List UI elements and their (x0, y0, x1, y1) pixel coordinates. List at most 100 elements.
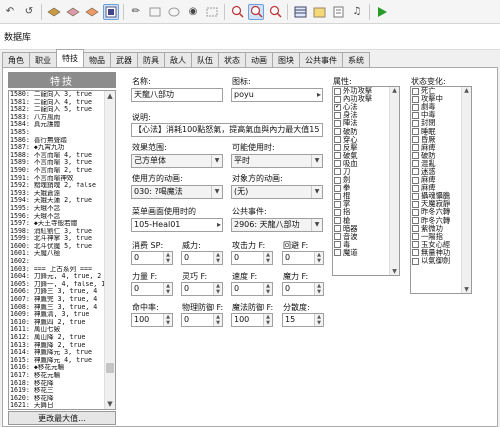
skill-list-item[interactable]: 1620: 移花降 (9, 395, 105, 403)
skill-list-item[interactable]: 1581: 二龍向入 4, true (9, 99, 105, 107)
spinner-icon[interactable]: ▲ ▼ (163, 314, 172, 326)
tab-weapons[interactable]: 武器 (110, 52, 138, 67)
pencil-icon[interactable]: ✏ (128, 4, 144, 20)
tab-common-events[interactable]: 公共事件 (299, 52, 343, 67)
rect-icon[interactable] (147, 4, 163, 20)
menu-se-field[interactable]: 105-Heal01 ▸ (131, 218, 223, 232)
scroll-up-icon[interactable]: ▲ (462, 87, 471, 94)
tab-armors[interactable]: 防具 (137, 52, 165, 67)
checkbox-icon[interactable] (412, 257, 419, 265)
checkbox-icon[interactable] (334, 119, 341, 127)
checkbox-icon[interactable] (412, 225, 419, 233)
sp-cost-field[interactable]: 0 ▲ ▼ (131, 251, 173, 265)
checkbox-icon[interactable] (412, 217, 419, 225)
undo-icon[interactable]: ↶ (2, 4, 18, 20)
spinner-icon[interactable]: ▲ ▼ (163, 252, 172, 264)
skill-list-item[interactable]: 1604: 刀鋒元, 4, true, 2 (9, 273, 105, 281)
event-layer-icon[interactable] (103, 3, 119, 20)
checkbox-icon[interactable] (412, 111, 419, 119)
eva-f-field[interactable]: 0 ▲ ▼ (282, 251, 324, 265)
checkbox-icon[interactable] (412, 249, 419, 257)
occasion-select[interactable]: 平时 ▼ (231, 154, 323, 168)
checkbox-icon[interactable] (412, 184, 419, 192)
skill-list-item[interactable]: 1606: 刀鋒三 3, true, 4 (9, 288, 105, 296)
pdef-f-field[interactable]: 0 ▲ ▼ (181, 313, 223, 327)
tab-animations[interactable]: 动画 (245, 52, 273, 67)
variance-field[interactable]: 15 ▲ ▼ (282, 313, 324, 327)
tab-tilesets[interactable]: 图块 (272, 52, 300, 67)
scope-select[interactable]: 己方单体 ▼ (131, 154, 223, 168)
target-anim-select[interactable]: (无) ▼ (231, 185, 323, 199)
ellipse-icon[interactable] (166, 4, 182, 20)
checkbox-icon[interactable] (412, 192, 419, 200)
layer3-icon[interactable] (84, 4, 100, 20)
skill-list-item[interactable]: 1612: 萬山降 2, true (9, 334, 105, 342)
tab-states[interactable]: 状态 (218, 52, 246, 67)
icon-field[interactable]: poyu ▸ (231, 88, 323, 102)
states-scrollbar[interactable]: ▲ ▼ (461, 87, 471, 293)
checkbox-icon[interactable] (334, 87, 341, 95)
skill-list-item[interactable]: 1610: 神鷹四 2, true (9, 319, 105, 327)
skill-list-item[interactable]: 1607: 神鷹完 3, true, 4 (9, 296, 105, 304)
scroll-down-icon[interactable]: ▼ (105, 399, 115, 409)
atk-f-field[interactable]: 0 ▲ ▼ (231, 251, 273, 265)
checkbox-icon[interactable] (412, 144, 419, 152)
checkbox-icon[interactable] (412, 103, 419, 111)
resource-icon[interactable] (311, 4, 327, 20)
skill-list-item[interactable]: 1586: 喜行無聲踏 (9, 137, 105, 145)
browse-icon[interactable]: ▸ (217, 219, 221, 231)
checkbox-icon[interactable] (334, 103, 341, 111)
spinner-icon[interactable]: ▲ ▼ (213, 314, 222, 326)
common-event-select[interactable]: 2906: 天龍八部功 ▼ (231, 218, 323, 232)
name-field[interactable]: 天龍八部功 (131, 88, 223, 102)
skill-list-item[interactable]: 1609: 神鷹清, 3, true (9, 311, 105, 319)
checkbox-icon[interactable] (334, 144, 341, 152)
checkbox-icon[interactable] (334, 192, 341, 200)
skill-list-item[interactable]: 1587: ◆九霄九功 (9, 144, 105, 152)
skill-list-item[interactable]: 1602: (9, 258, 105, 266)
spinner-icon[interactable]: ▲ ▼ (213, 252, 222, 264)
checkbox-icon[interactable] (412, 119, 419, 127)
checkbox-icon[interactable] (334, 249, 341, 257)
checkbox-icon[interactable] (412, 160, 419, 168)
str-f-field[interactable]: 0 ▲ ▼ (131, 282, 173, 296)
skill-list-item[interactable]: 1601: 天魔八極 (9, 250, 105, 258)
skill-list-item[interactable]: 1616: ◆移花元輪 (9, 364, 105, 372)
checkbox-icon[interactable] (334, 168, 341, 176)
checkbox-icon[interactable] (334, 233, 341, 241)
checkbox-icon[interactable] (334, 217, 341, 225)
tab-actors[interactable]: 角色 (2, 52, 30, 67)
checkbox-icon[interactable] (334, 111, 341, 119)
user-anim-select[interactable]: 030: ?喝魔法 ▼ (131, 185, 223, 199)
int-f-field[interactable]: 0 ▲ ▼ (282, 282, 324, 296)
checkbox-icon[interactable] (334, 208, 341, 216)
skill-list-item[interactable]: 1598: 消紅劉仁 3, true (9, 228, 105, 236)
skill-list-item[interactable]: 1608: 神鷹三 3, true, 4 (9, 304, 105, 312)
spinner-icon[interactable]: ▲ ▼ (163, 283, 172, 295)
skill-list-item[interactable]: 1588: 不言而喻 4, true (9, 152, 105, 160)
skill-list-item[interactable]: 1614: 神鷹降元 3, true (9, 349, 105, 357)
skill-list-item[interactable]: 1589: 不言而喻 3, true (9, 159, 105, 167)
checkbox-icon[interactable] (334, 241, 341, 249)
skill-list-item[interactable]: 1618: 移花降 (9, 380, 105, 388)
script-icon[interactable] (330, 4, 346, 20)
skill-list-item[interactable]: 1585: (9, 129, 105, 137)
zoom-in-icon[interactable] (229, 4, 245, 20)
checkbox-icon[interactable] (412, 241, 419, 249)
skill-list-scrollbar[interactable]: ▲ ▼ (104, 91, 115, 409)
tab-classes[interactable]: 职业 (29, 52, 57, 67)
skill-list-item[interactable]: 1621: 天舞日 (9, 402, 105, 409)
checkbox-icon[interactable] (334, 95, 341, 103)
checkbox-icon[interactable] (334, 184, 341, 192)
scroll-thumb[interactable] (106, 363, 114, 373)
skill-list-item[interactable]: 1600: 北斗伏魔 5, true (9, 243, 105, 251)
spinner-icon[interactable]: ▲ ▼ (263, 252, 272, 264)
checkbox-icon[interactable] (412, 200, 419, 208)
select-icon[interactable] (204, 4, 220, 20)
browse-icon[interactable]: ▸ (317, 89, 321, 101)
spinner-icon[interactable]: ▲ ▼ (314, 314, 323, 326)
spinner-icon[interactable]: ▲ ▼ (213, 283, 222, 295)
agi-f-field[interactable]: 0 ▲ ▼ (231, 282, 273, 296)
skill-list-item[interactable]: 1593: 天娥蒼遠 (9, 190, 105, 198)
layer1-icon[interactable] (46, 4, 62, 20)
